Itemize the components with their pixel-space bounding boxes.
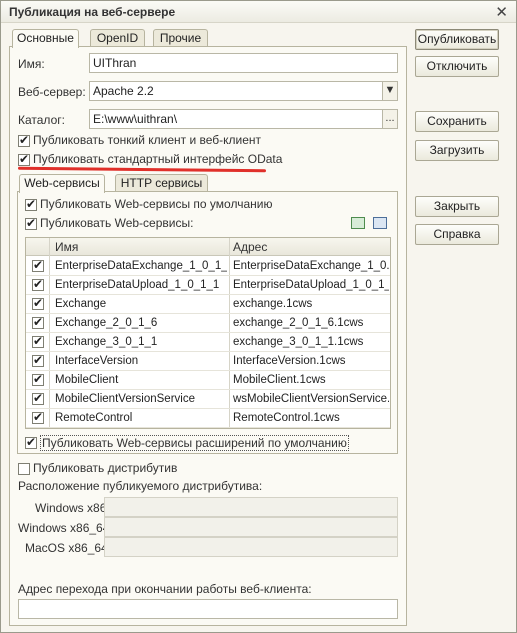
row-checkbox[interactable] bbox=[32, 277, 44, 291]
webserver-label: Веб-сервер: bbox=[18, 85, 86, 99]
ws-default-label: Публиковать Web-сервисы по умолчанию bbox=[40, 197, 273, 211]
distrib-checkbox[interactable] bbox=[18, 463, 30, 475]
row-address: wsMobileClientVersionService.... bbox=[233, 393, 389, 405]
row-address: EnterpriseDataUpload_1_0_1_... bbox=[233, 279, 389, 291]
row-name: InterfaceVersion bbox=[55, 355, 139, 367]
thin-client-checkbox[interactable] bbox=[18, 133, 30, 147]
table-header: Имя Адрес bbox=[26, 238, 390, 256]
table-row[interactable]: RemoteControl RemoteControl.1cws bbox=[26, 409, 390, 428]
close-button[interactable]: Закрыть bbox=[415, 196, 499, 217]
row-address: MobileClient.1cws bbox=[233, 374, 326, 386]
tab-openid[interactable]: OpenID bbox=[90, 29, 145, 47]
row-name: Exchange_3_0_1_1 bbox=[55, 336, 158, 348]
window-title: Публикация на веб-сервере bbox=[9, 5, 176, 19]
row-address: RemoteControl.1cws bbox=[233, 412, 340, 424]
unpublish-button[interactable]: Отключить bbox=[415, 56, 499, 77]
save-button[interactable]: Сохранить bbox=[415, 111, 499, 132]
row-checkbox[interactable] bbox=[32, 334, 44, 348]
distrib-location-label: Расположение публикуемого дистрибутива: bbox=[18, 479, 263, 493]
web-services-table: Имя Адрес EnterpriseDataExchange_1_0_1_1… bbox=[25, 237, 391, 429]
tab-http-services-label: HTTP сервисы bbox=[120, 176, 203, 190]
row-address: InterfaceVersion.1cws bbox=[233, 355, 346, 367]
row-name: RemoteControl bbox=[55, 412, 133, 424]
table-row[interactable]: EnterpriseDataUpload_1_0_1_1 EnterpriseD… bbox=[26, 276, 390, 295]
browse-button[interactable]: ... bbox=[382, 109, 398, 129]
load-button[interactable]: Загрузить bbox=[415, 140, 499, 161]
help-button[interactable]: Справка bbox=[415, 224, 499, 245]
table-row[interactable]: Exchange_2_0_1_6 exchange_2_0_1_6.1cws bbox=[26, 314, 390, 333]
ws-extensions-label: Публиковать Web-сервисы расширений по ум… bbox=[40, 435, 349, 451]
row-address: exchange.1cws bbox=[233, 298, 313, 310]
catalog-label: Каталог: bbox=[18, 113, 65, 127]
odata-checkbox[interactable] bbox=[18, 152, 30, 166]
windows-x64-field[interactable] bbox=[104, 517, 398, 537]
tab-web-services[interactable]: Web-сервисы bbox=[19, 174, 105, 193]
ws-publish-checkbox[interactable] bbox=[25, 216, 37, 230]
row-checkbox[interactable] bbox=[32, 391, 44, 405]
publish-dialog: Публикация на веб-сервере ✕ Основные Ope… bbox=[0, 0, 517, 633]
tab-web-services-label: Web-сервисы bbox=[24, 176, 100, 190]
close-icon[interactable]: ✕ bbox=[495, 3, 508, 21]
row-checkbox[interactable] bbox=[32, 315, 44, 329]
odata-label: Публиковать стандартный интерфейс OData bbox=[33, 152, 283, 166]
windows-x86-label: Windows x86: bbox=[35, 501, 110, 515]
tab-main[interactable]: Основные bbox=[12, 29, 79, 48]
tab-http-services[interactable]: HTTP сервисы bbox=[115, 174, 208, 192]
windows-x64-label: Windows x86_64: bbox=[18, 521, 113, 535]
ws-default-checkbox[interactable] bbox=[25, 197, 37, 211]
webserver-select[interactable]: Apache 2.2 bbox=[89, 81, 383, 101]
row-checkbox[interactable] bbox=[32, 372, 44, 386]
row-checkbox[interactable] bbox=[32, 353, 44, 367]
row-name: Exchange_2_0_1_6 bbox=[55, 317, 158, 329]
row-name: EnterpriseDataUpload_1_0_1_1 bbox=[55, 279, 220, 291]
row-checkbox[interactable] bbox=[32, 258, 44, 272]
catalog-field[interactable]: E:\www\uithran\ bbox=[89, 109, 383, 129]
row-name: MobileClientVersionService bbox=[55, 393, 195, 405]
row-checkbox[interactable] bbox=[32, 410, 44, 424]
redirect-url-field[interactable] bbox=[18, 599, 398, 619]
table-row[interactable]: MobileClientVersionService wsMobileClien… bbox=[26, 390, 390, 409]
row-address: EnterpriseDataExchange_1_0... bbox=[233, 260, 389, 272]
row-address: exchange_3_0_1_1.1cws bbox=[233, 336, 364, 348]
tab-openid-label: OpenID bbox=[96, 31, 139, 45]
row-name: MobileClient bbox=[55, 374, 119, 386]
name-label: Имя: bbox=[18, 57, 45, 71]
table-row[interactable]: MobileClient MobileClient.1cws bbox=[26, 371, 390, 390]
tab-other-label: Прочие bbox=[159, 31, 202, 45]
check-all-icon[interactable] bbox=[351, 217, 365, 229]
ws-extensions-checkbox[interactable] bbox=[25, 435, 37, 449]
column-name-header[interactable]: Имя bbox=[55, 240, 78, 254]
title-bar: Публикация на веб-сервере ✕ bbox=[1, 1, 516, 23]
ws-publish-label: Публиковать Web-сервисы: bbox=[40, 216, 194, 230]
tab-other[interactable]: Прочие bbox=[153, 29, 208, 47]
windows-x86-field[interactable] bbox=[104, 497, 398, 517]
table-row[interactable]: Exchange exchange.1cws bbox=[26, 295, 390, 314]
row-name: Exchange bbox=[55, 298, 107, 310]
name-field[interactable]: UIThran bbox=[89, 53, 398, 73]
table-row[interactable]: InterfaceVersion InterfaceVersion.1cws bbox=[26, 352, 390, 371]
row-address: exchange_2_0_1_6.1cws bbox=[233, 317, 364, 329]
row-name: EnterpriseDataExchange_1_0_1_1 bbox=[55, 260, 227, 272]
table-row[interactable]: EnterpriseDataExchange_1_0_1_1 Enterpris… bbox=[26, 257, 390, 276]
distrib-label: Публиковать дистрибутив bbox=[33, 461, 178, 475]
uncheck-all-icon[interactable] bbox=[373, 217, 387, 229]
macos-x64-label: MacOS x86_64: bbox=[25, 541, 112, 555]
redirect-url-label: Адрес перехода при окончании работы веб-… bbox=[18, 582, 312, 596]
publish-button[interactable]: Опубликовать bbox=[415, 29, 499, 50]
macos-x64-field[interactable] bbox=[104, 537, 398, 557]
column-address-header[interactable]: Адрес bbox=[233, 240, 267, 254]
thin-client-label: Публиковать тонкий клиент и веб-клиент bbox=[33, 133, 262, 147]
row-checkbox[interactable] bbox=[32, 296, 44, 310]
table-row[interactable]: Exchange_3_0_1_1 exchange_3_0_1_1.1cws bbox=[26, 333, 390, 352]
tab-main-label: Основные bbox=[17, 31, 74, 45]
chevron-down-icon[interactable]: ▼ bbox=[382, 81, 398, 101]
